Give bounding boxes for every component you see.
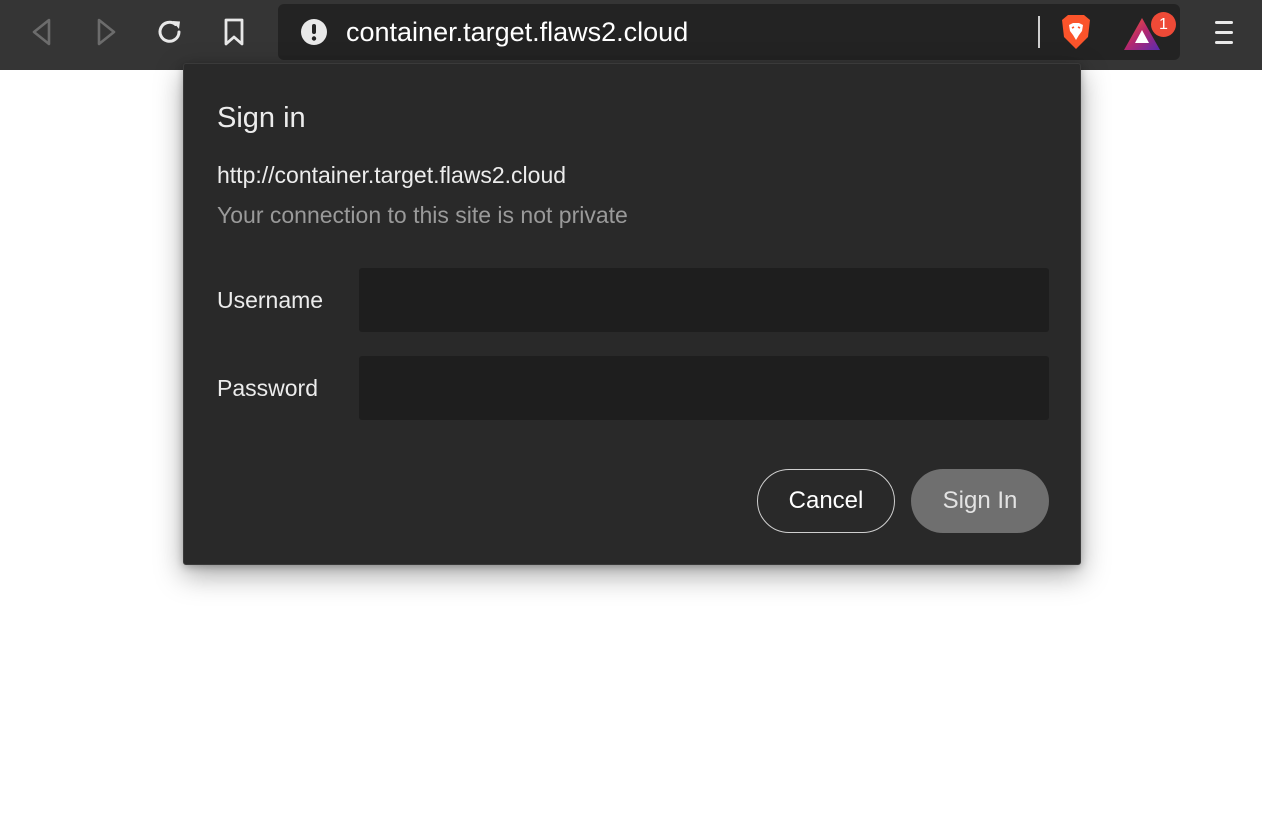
- dialog-title: Sign in: [217, 102, 306, 134]
- address-text[interactable]: container.target.flaws2.cloud: [346, 16, 688, 48]
- password-field[interactable]: [359, 356, 1049, 420]
- password-label: Password: [217, 375, 318, 401]
- warning-icon[interactable]: [300, 18, 328, 46]
- sign-in-dialog: Sign in http://container.target.flaws2.c…: [183, 63, 1081, 565]
- browser-toolbar: container.target.flaws2.cloud 1: [0, 0, 1262, 70]
- cancel-button[interactable]: Cancel: [757, 469, 895, 533]
- sign-in-button[interactable]: Sign In: [911, 469, 1049, 533]
- dialog-site-url: http://container.target.flaws2.cloud: [217, 162, 567, 188]
- back-arrow-icon[interactable]: [22, 12, 62, 52]
- bookmark-icon[interactable]: [214, 12, 254, 52]
- username-field[interactable]: [359, 268, 1049, 332]
- connection-warning: Your connection to this site is not priv…: [217, 202, 628, 228]
- reload-icon[interactable]: [150, 12, 190, 52]
- brave-lion-icon[interactable]: [1058, 13, 1094, 51]
- forward-arrow-icon[interactable]: [86, 12, 126, 52]
- address-divider: [1038, 16, 1040, 48]
- address-bar[interactable]: container.target.flaws2.cloud 1: [278, 4, 1180, 60]
- hamburger-menu-icon[interactable]: [1204, 14, 1244, 54]
- rewards-badge: 1: [1151, 12, 1176, 37]
- username-label: Username: [217, 287, 324, 313]
